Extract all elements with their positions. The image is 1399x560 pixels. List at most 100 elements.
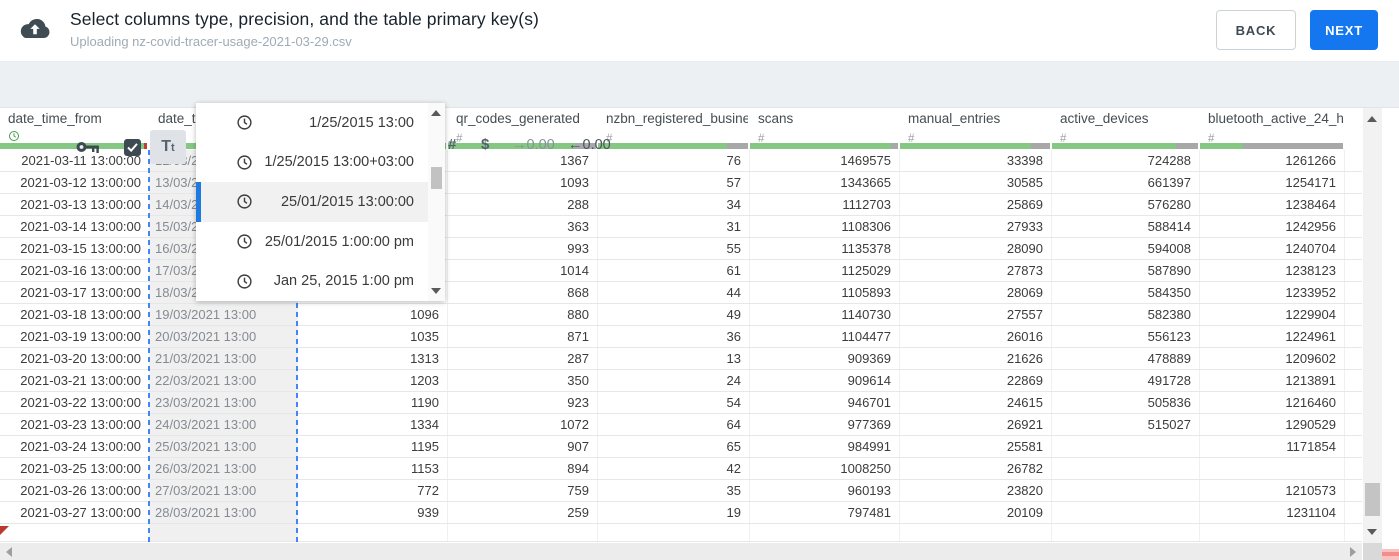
cell[interactable]: 1108306 bbox=[750, 216, 900, 237]
cell[interactable]: 1238123 bbox=[1200, 260, 1345, 281]
cell[interactable]: 871 bbox=[448, 326, 598, 347]
cell[interactable]: 2021-03-19 13:00:00 bbox=[0, 326, 150, 347]
text-type-button[interactable]: Tt bbox=[150, 130, 186, 164]
cell[interactable]: 1072 bbox=[448, 414, 598, 435]
cell[interactable]: 2021-03-21 13:00:00 bbox=[0, 370, 150, 391]
cell[interactable]: 880 bbox=[448, 304, 598, 325]
cell[interactable]: 57 bbox=[598, 172, 750, 193]
cell[interactable]: 478889 bbox=[1052, 348, 1200, 369]
cell[interactable]: 1233952 bbox=[1200, 282, 1345, 303]
cell[interactable]: 27933 bbox=[900, 216, 1052, 237]
cell[interactable]: 1153 bbox=[298, 458, 448, 479]
cell[interactable]: 21/03/2021 13:00 bbox=[150, 348, 298, 369]
decimal-decrease-button[interactable]: ←0.00 bbox=[568, 137, 611, 153]
cell[interactable]: 25869 bbox=[900, 194, 1052, 215]
next-button[interactable]: NEXT bbox=[1310, 10, 1378, 50]
cell[interactable]: 909369 bbox=[750, 348, 900, 369]
cell[interactable]: 2021-03-22 13:00:00 bbox=[0, 392, 150, 413]
cell[interactable]: 363 bbox=[448, 216, 598, 237]
format-option[interactable]: 25/01/2015 1:00:00 pm bbox=[196, 222, 428, 262]
cell[interactable]: 350 bbox=[448, 370, 598, 391]
cell[interactable]: 1035 bbox=[298, 326, 448, 347]
cell[interactable]: 1104477 bbox=[750, 326, 900, 347]
cell[interactable] bbox=[1052, 436, 1200, 457]
cell[interactable]: 26782 bbox=[900, 458, 1052, 479]
cell[interactable] bbox=[1052, 524, 1200, 541]
selected-checkbox[interactable] bbox=[124, 139, 141, 156]
cell[interactable]: 1209602 bbox=[1200, 348, 1345, 369]
format-option[interactable]: 25/01/2015 13:00:00 bbox=[196, 182, 428, 222]
cell[interactable]: 26016 bbox=[900, 326, 1052, 347]
cell[interactable]: 27873 bbox=[900, 260, 1052, 281]
cell[interactable]: 19 bbox=[598, 502, 750, 523]
vertical-scroll-thumb[interactable] bbox=[1365, 483, 1380, 516]
cell[interactable]: 1213891 bbox=[1200, 370, 1345, 391]
cell[interactable]: 1334 bbox=[298, 414, 448, 435]
cell[interactable]: 1231104 bbox=[1200, 502, 1345, 523]
cell[interactable]: 21626 bbox=[900, 348, 1052, 369]
cell[interactable]: 724288 bbox=[1052, 150, 1200, 171]
cell[interactable]: 20109 bbox=[900, 502, 1052, 523]
column-header-active_devices[interactable]: active_devices # bbox=[1052, 108, 1200, 150]
cell[interactable]: 27/03/2021 13:00 bbox=[150, 480, 298, 501]
cell[interactable]: 2021-03-20 13:00:00 bbox=[0, 348, 150, 369]
cell[interactable]: 287 bbox=[448, 348, 598, 369]
cell[interactable]: 2021-03-26 13:00:00 bbox=[0, 480, 150, 501]
cell[interactable]: 20/03/2021 13:00 bbox=[150, 326, 298, 347]
cell[interactable]: 2021-03-27 13:00:00 bbox=[0, 502, 150, 523]
cell[interactable]: 35 bbox=[598, 480, 750, 501]
cell[interactable]: 1242956 bbox=[1200, 216, 1345, 237]
cell[interactable]: 1135378 bbox=[750, 238, 900, 259]
dropdown-scrollbar[interactable] bbox=[428, 103, 445, 301]
cell[interactable] bbox=[0, 524, 150, 541]
vertical-scrollbar[interactable] bbox=[1363, 108, 1382, 543]
cell[interactable]: 28069 bbox=[900, 282, 1052, 303]
cell[interactable]: 491728 bbox=[1052, 370, 1200, 391]
cell[interactable]: 797481 bbox=[750, 502, 900, 523]
cell[interactable]: 1469575 bbox=[750, 150, 900, 171]
cell[interactable]: 27557 bbox=[900, 304, 1052, 325]
primary-key-icon[interactable] bbox=[76, 140, 101, 159]
cell[interactable]: 939 bbox=[298, 502, 448, 523]
cell[interactable]: 1014 bbox=[448, 260, 598, 281]
cell[interactable]: 24615 bbox=[900, 392, 1052, 413]
cell[interactable]: 1105893 bbox=[750, 282, 900, 303]
cell[interactable]: 2021-03-25 13:00:00 bbox=[0, 458, 150, 479]
cell[interactable] bbox=[1200, 458, 1345, 479]
cell[interactable]: 288 bbox=[448, 194, 598, 215]
cell[interactable]: 28090 bbox=[900, 238, 1052, 259]
cell[interactable]: 25581 bbox=[900, 436, 1052, 457]
cell[interactable]: 587890 bbox=[1052, 260, 1200, 281]
format-option[interactable]: 1/25/2015 13:00+03:00 bbox=[196, 143, 428, 183]
horizontal-scrollbar[interactable] bbox=[0, 543, 1362, 560]
cell[interactable]: 28/03/2021 13:00 bbox=[150, 502, 298, 523]
column-header-scans[interactable]: scans # bbox=[750, 108, 900, 150]
cell[interactable]: 22/03/2021 13:00 bbox=[150, 370, 298, 391]
cell[interactable]: 33398 bbox=[900, 150, 1052, 171]
scroll-up-icon[interactable] bbox=[1367, 116, 1377, 122]
cell[interactable]: 661397 bbox=[1052, 172, 1200, 193]
column-header-nzbn_registered_busine[interactable]: nzbn_registered_busine # bbox=[598, 108, 750, 150]
cell[interactable]: 2021-03-16 13:00:00 bbox=[0, 260, 150, 281]
cell[interactable]: 44 bbox=[598, 282, 750, 303]
cell[interactable] bbox=[1052, 458, 1200, 479]
cell[interactable] bbox=[298, 524, 448, 541]
cell[interactable]: 1290529 bbox=[1200, 414, 1345, 435]
cell[interactable]: 759 bbox=[448, 480, 598, 501]
cell[interactable]: 772 bbox=[298, 480, 448, 501]
cell[interactable] bbox=[900, 524, 1052, 541]
cell[interactable]: 923 bbox=[448, 392, 598, 413]
cell[interactable]: 19/03/2021 13:00 bbox=[150, 304, 298, 325]
cell[interactable]: 26921 bbox=[900, 414, 1052, 435]
cell[interactable]: 1229904 bbox=[1200, 304, 1345, 325]
cell[interactable]: 2021-03-13 13:00:00 bbox=[0, 194, 150, 215]
cell[interactable]: 55 bbox=[598, 238, 750, 259]
cell[interactable]: 26/03/2021 13:00 bbox=[150, 458, 298, 479]
cell[interactable]: 1195 bbox=[298, 436, 448, 457]
cell[interactable]: 1210573 bbox=[1200, 480, 1345, 501]
cell[interactable]: 30585 bbox=[900, 172, 1052, 193]
scroll-down-icon[interactable] bbox=[1367, 529, 1377, 535]
cell[interactable]: 65 bbox=[598, 436, 750, 457]
currency-type-button[interactable]: $ bbox=[481, 136, 489, 153]
cell[interactable] bbox=[1200, 524, 1345, 541]
